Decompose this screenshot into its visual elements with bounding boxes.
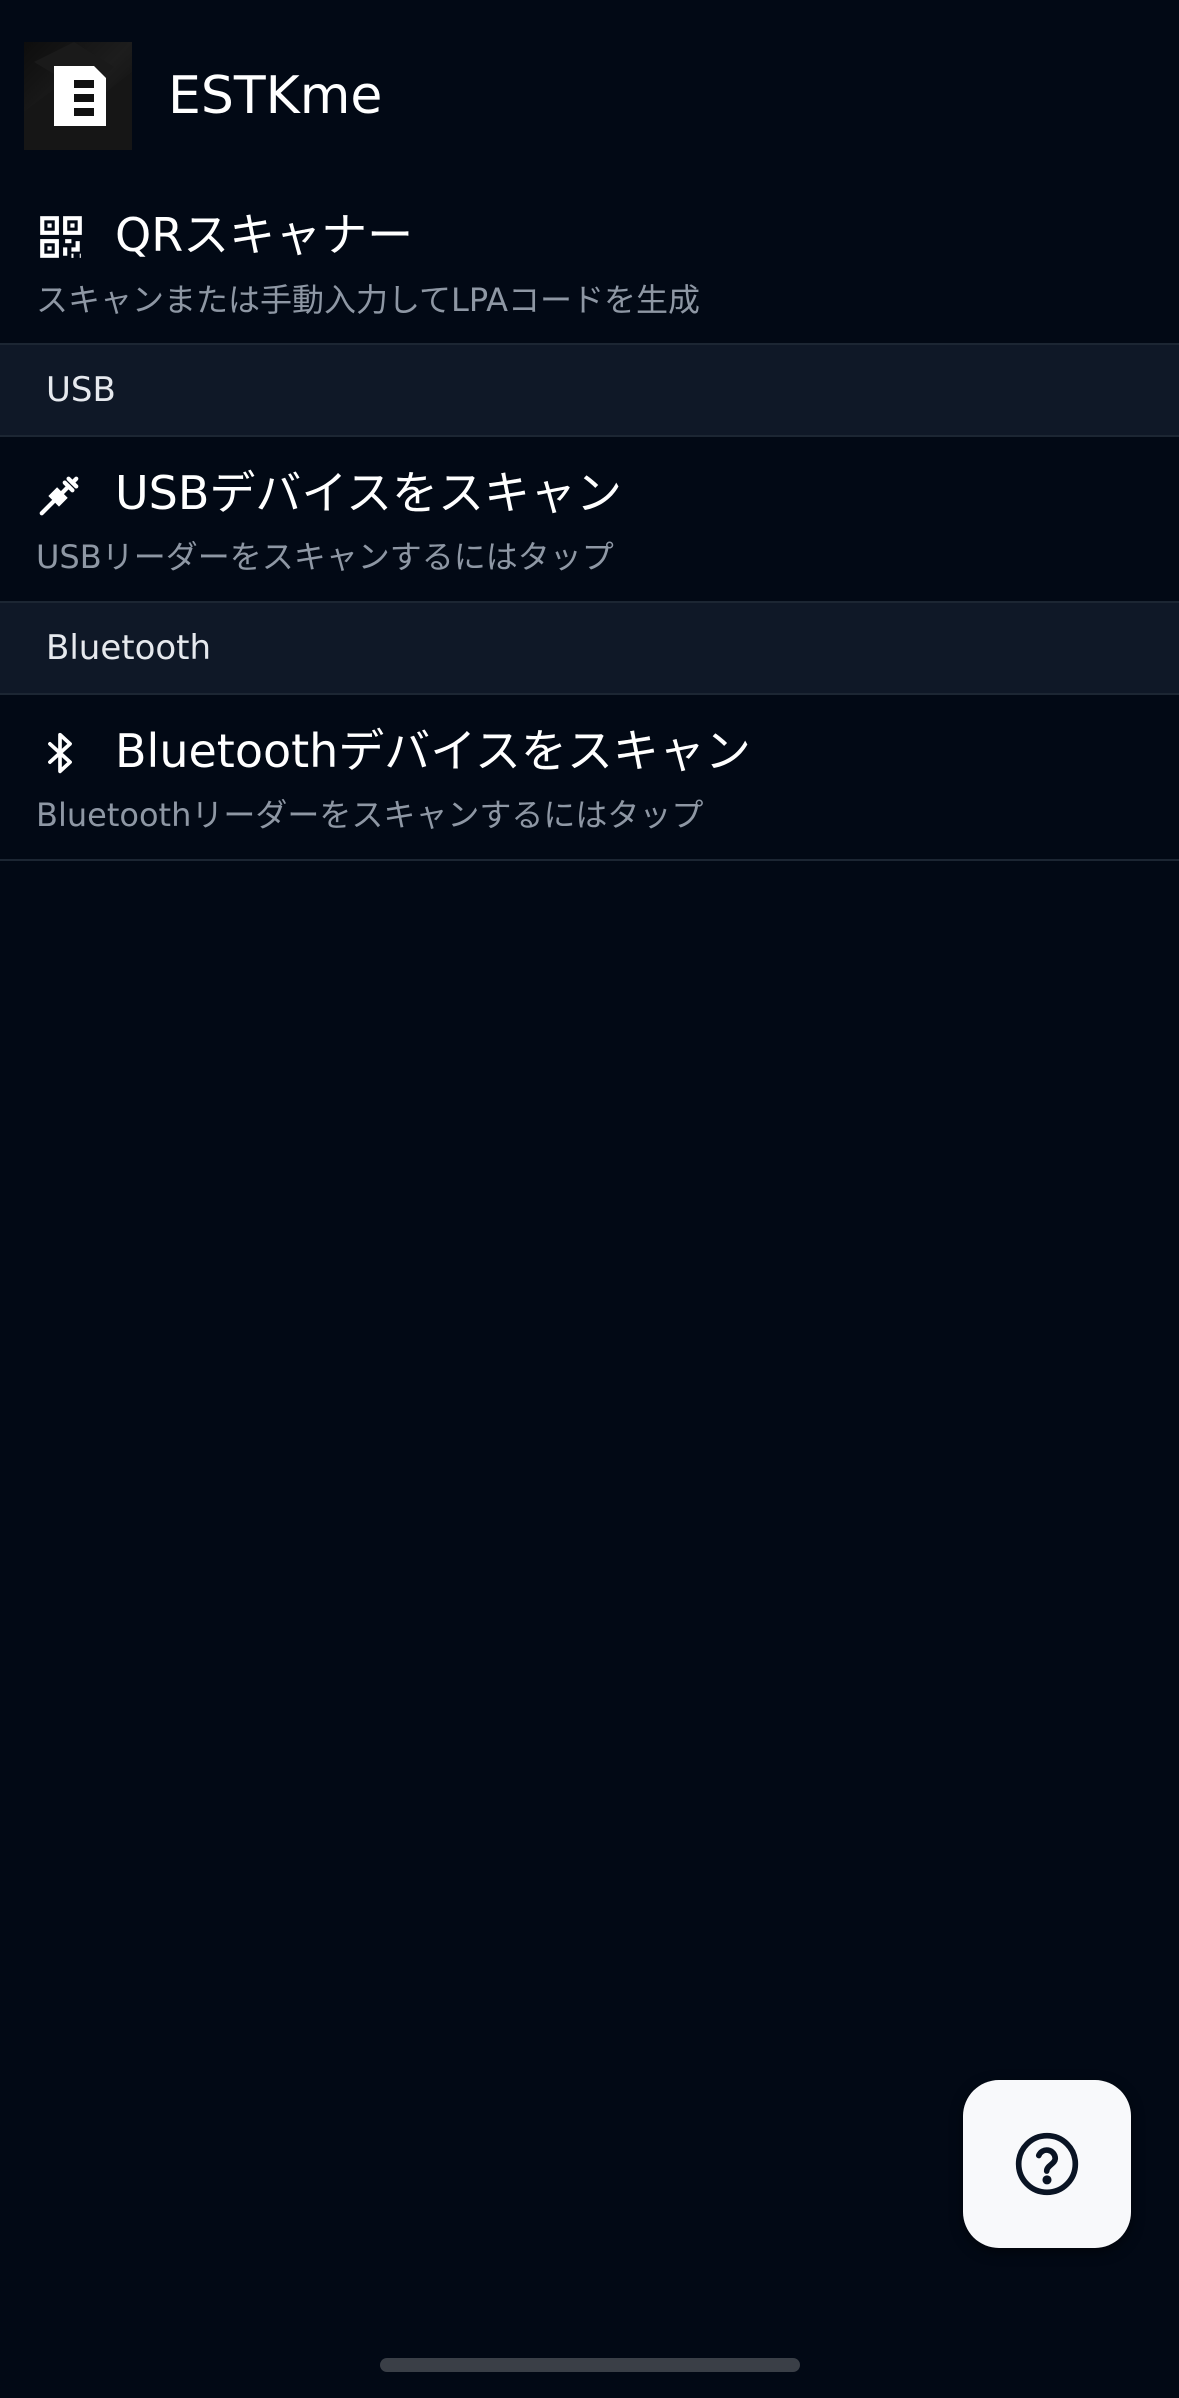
section-header-bluetooth: Bluetooth <box>0 603 1179 695</box>
usb-scan-item[interactable]: USBデバイスをスキャン USBリーダーをスキャンするにはタップ <box>0 437 1179 603</box>
bluetooth-icon <box>38 729 82 781</box>
usb-icon <box>36 473 82 523</box>
help-icon <box>1015 2132 1079 2196</box>
screen: ESTKme QRスキャナー スキャンまたは手動入力してLPAコードを生成 US… <box>0 0 1179 2398</box>
bluetooth-scan-subtitle: Bluetoothリーダーをスキャンするにはタップ <box>36 796 704 834</box>
qr-scanner-item[interactable]: QRスキャナー スキャンまたは手動入力してLPAコードを生成 <box>0 190 1179 345</box>
bluetooth-scan-item[interactable]: Bluetoothデバイスをスキャン Bluetoothリーダーをスキャンするに… <box>0 695 1179 861</box>
section-header-usb: USB <box>0 345 1179 437</box>
app-bar: ESTKme <box>0 0 1179 190</box>
section-label-usb: USB <box>46 370 116 410</box>
estkme-logo-icon <box>24 42 132 150</box>
section-label-bluetooth: Bluetooth <box>46 628 212 668</box>
home-indicator[interactable] <box>380 2358 800 2372</box>
usb-scan-subtitle: USBリーダーをスキャンするにはタップ <box>36 538 614 576</box>
bluetooth-scan-title: Bluetoothデバイスをスキャン <box>115 724 751 778</box>
help-button[interactable] <box>963 2080 1131 2248</box>
qr-scanner-title: QRスキャナー <box>115 208 414 262</box>
qr-scanner-subtitle: スキャンまたは手動入力してLPAコードを生成 <box>36 281 701 319</box>
qr-code-icon <box>36 212 86 266</box>
usb-scan-title: USBデバイスをスキャン <box>115 466 623 520</box>
app-title: ESTKme <box>168 66 383 126</box>
